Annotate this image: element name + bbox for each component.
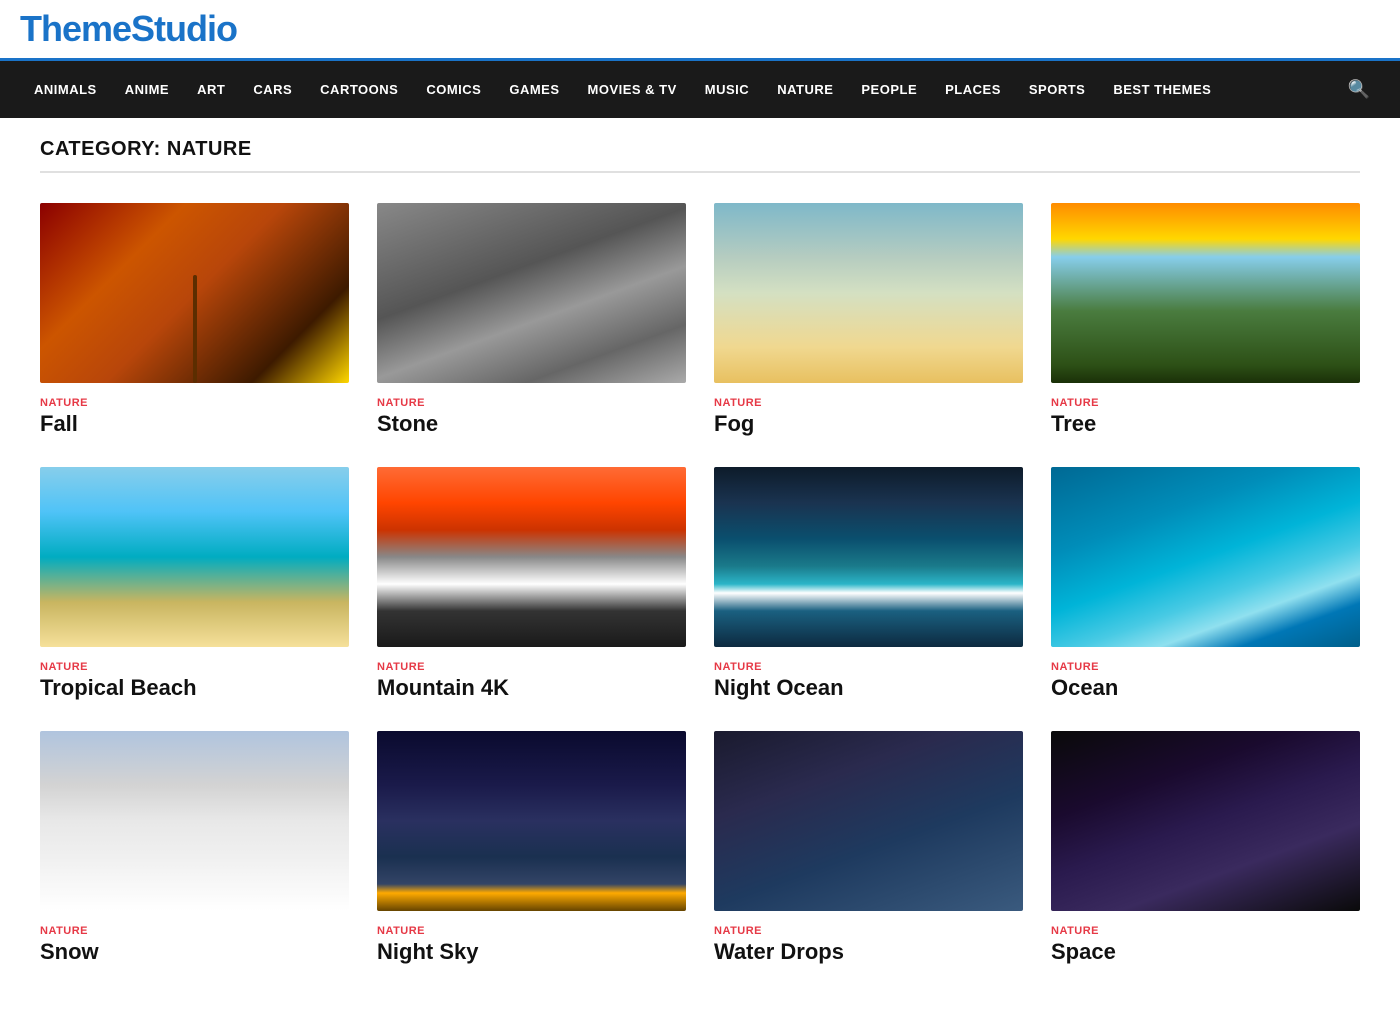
card-tree[interactable]: NATURE Tree	[1051, 203, 1360, 437]
card-title-tropical-beach: Tropical Beach	[40, 675, 349, 701]
nav-item-best-themes[interactable]: BEST THEMES	[1099, 64, 1225, 115]
card-category-tropical-beach: NATURE	[40, 661, 88, 673]
card-image-ocean	[1051, 467, 1360, 647]
card-category-tree: NATURE	[1051, 397, 1099, 409]
card-category-snow: NATURE	[40, 925, 88, 937]
card-image-mountain-4k	[377, 467, 686, 647]
card-category-stone: NATURE	[377, 397, 425, 409]
card-title-night-sky: Night Sky	[377, 939, 686, 965]
card-stone[interactable]: NATURE Stone	[377, 203, 686, 437]
card-title-snow: Snow	[40, 939, 349, 965]
card-image-tropical-beach	[40, 467, 349, 647]
card-image-fall	[40, 203, 349, 383]
cards-grid: NATURE Fall NATURE Stone NATURE Fog NATURE Tree…	[40, 203, 1360, 965]
nav-item-anime[interactable]: ANIME	[111, 64, 183, 115]
nav-item-games[interactable]: GAMES	[495, 64, 573, 115]
card-category-fall: NATURE	[40, 397, 88, 409]
nav-item-places[interactable]: PLACES	[931, 64, 1015, 115]
category-title: CATEGORY: NATURE	[40, 138, 1360, 173]
card-category-night-ocean: NATURE	[714, 661, 762, 673]
site-logo[interactable]: ThemeStudio	[20, 8, 237, 49]
card-image-snow	[40, 731, 349, 911]
nav-item-comics[interactable]: COMICS	[412, 64, 495, 115]
card-image-tree	[1051, 203, 1360, 383]
card-category-night-sky: NATURE	[377, 925, 425, 937]
nav-bar: ANIMALSANIMEARTCARSCARTOONSCOMICSGAMESMO…	[0, 61, 1400, 118]
card-title-space: Space	[1051, 939, 1360, 965]
card-category-space: NATURE	[1051, 925, 1099, 937]
card-ocean[interactable]: NATURE Ocean	[1051, 467, 1360, 701]
card-category-ocean: NATURE	[1051, 661, 1099, 673]
card-title-water-drops: Water Drops	[714, 939, 1023, 965]
nav-item-music[interactable]: MUSIC	[691, 64, 763, 115]
card-category-fog: NATURE	[714, 397, 762, 409]
card-image-space	[1051, 731, 1360, 911]
card-tropical-beach[interactable]: NATURE Tropical Beach	[40, 467, 349, 701]
card-title-ocean: Ocean	[1051, 675, 1360, 701]
card-title-night-ocean: Night Ocean	[714, 675, 1023, 701]
card-category-water-drops: NATURE	[714, 925, 762, 937]
nav-item-nature[interactable]: NATURE	[763, 64, 847, 115]
nav-item-cars[interactable]: CARS	[239, 64, 306, 115]
card-title-fog: Fog	[714, 411, 1023, 437]
card-fall[interactable]: NATURE Fall	[40, 203, 349, 437]
nav-item-sports[interactable]: SPORTS	[1015, 64, 1099, 115]
card-mountain-4k[interactable]: NATURE Mountain 4K	[377, 467, 686, 701]
card-fog[interactable]: NATURE Fog	[714, 203, 1023, 437]
card-image-night-sky	[377, 731, 686, 911]
card-title-tree: Tree	[1051, 411, 1360, 437]
card-title-stone: Stone	[377, 411, 686, 437]
logo-bar: ThemeStudio	[0, 0, 1400, 61]
nav-item-animals[interactable]: ANIMALS	[20, 64, 111, 115]
card-category-mountain-4k: NATURE	[377, 661, 425, 673]
page-content: CATEGORY: NATURE NATUREFallNATUREStoneNA…	[20, 118, 1380, 1015]
nav-item-art[interactable]: ART	[183, 64, 239, 115]
card-image-night-ocean	[714, 467, 1023, 647]
card-title-mountain-4k: Mountain 4K	[377, 675, 686, 701]
nav-item-movies-tv[interactable]: MOVIES & TV	[574, 64, 691, 115]
search-icon[interactable]: 🔍	[1338, 61, 1380, 118]
nav-item-people[interactable]: PEOPLE	[847, 64, 931, 115]
card-image-fog	[714, 203, 1023, 383]
card-title-fall: Fall	[40, 411, 349, 437]
card-image-stone	[377, 203, 686, 383]
card-night-ocean[interactable]: NATURE Night Ocean	[714, 467, 1023, 701]
card-image-water-drops	[714, 731, 1023, 911]
nav-item-cartoons[interactable]: CARTOONS	[306, 64, 412, 115]
